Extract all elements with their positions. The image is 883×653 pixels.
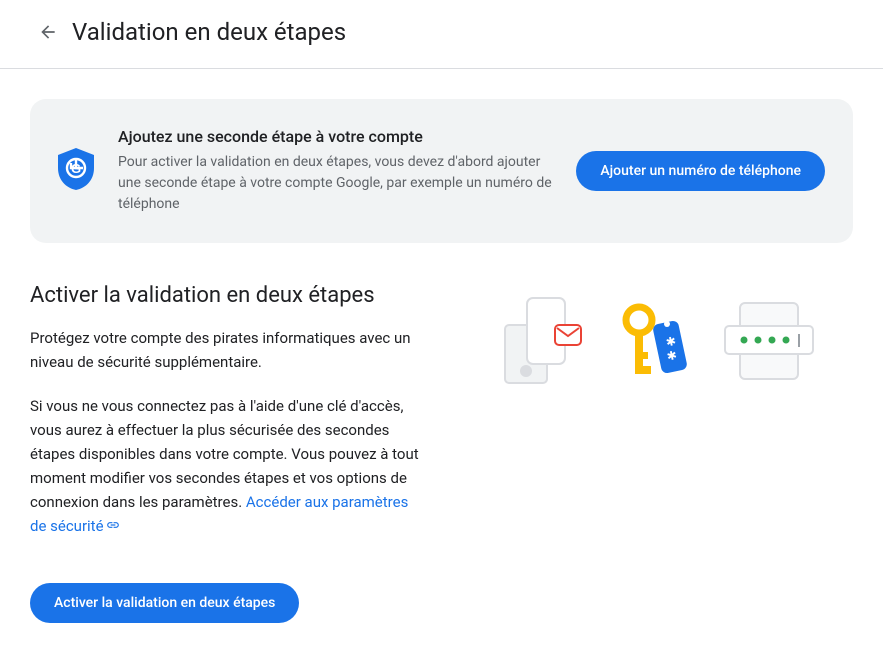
main-section: Activer la validation en deux étapes Pro…: [30, 283, 853, 623]
section-title: Activer la validation en deux étapes: [30, 283, 422, 308]
password-card-icon: [722, 298, 817, 383]
activate-2sv-button[interactable]: Activer la validation en deux étapes: [30, 583, 299, 623]
banner-description: Pour activer la validation en deux étape…: [118, 152, 552, 215]
back-button[interactable]: [28, 12, 68, 52]
content-area: G Ajoutez une seconde étape à votre comp…: [0, 69, 883, 653]
link-icon: [106, 515, 120, 539]
section-paragraph-2: Si vous ne vous connectez pas à l'aide d…: [30, 394, 422, 539]
svg-text:G: G: [71, 161, 81, 176]
page-header: Validation en deux étapes: [0, 0, 883, 69]
main-left-column: Activer la validation en deux étapes Pro…: [30, 283, 422, 623]
info-banner: G Ajoutez une seconde étape à votre comp…: [30, 99, 853, 243]
add-phone-button[interactable]: Ajouter un numéro de téléphone: [576, 151, 825, 191]
banner-title: Ajoutez une seconde étape à votre compte: [118, 127, 552, 146]
phone-email-icon: [497, 293, 587, 388]
key-icon: ✱ ✱: [617, 302, 692, 380]
page-title: Validation en deux étapes: [72, 18, 346, 46]
banner-text: Ajoutez une seconde étape à votre compte…: [118, 127, 552, 215]
arrow-left-icon: [38, 22, 58, 42]
section-paragraph-1: Protégez votre compte des pirates inform…: [30, 326, 422, 374]
security-illustration: ✱ ✱: [497, 293, 817, 388]
main-right-column: ✱ ✱: [462, 283, 854, 623]
shield-icon: G: [58, 148, 94, 194]
